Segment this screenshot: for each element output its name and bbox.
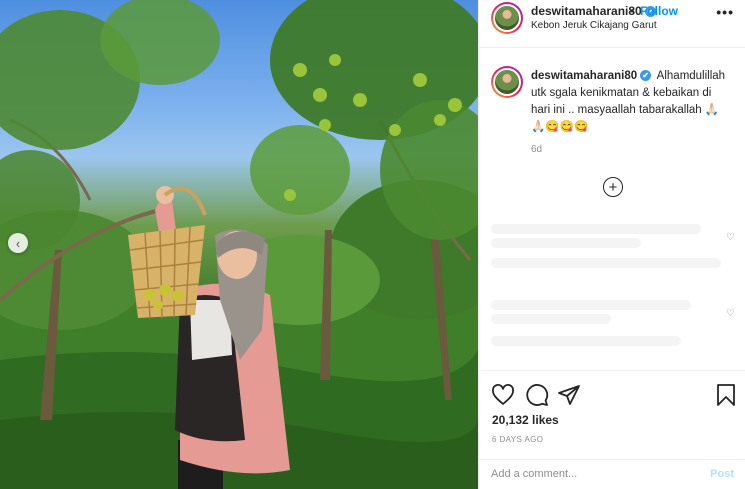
author-username-link[interactable]: deswitamaharani80 ✔ xyxy=(531,4,656,18)
post-comment-button[interactable]: Post xyxy=(710,468,734,480)
caption-text-block: deswitamaharani80 ✔ Alhamdulillah utk sga… xyxy=(531,68,731,136)
comment-bubble-icon[interactable] xyxy=(525,383,549,407)
caption-age[interactable]: 6d xyxy=(531,144,542,155)
comment-row: ♡ xyxy=(491,296,735,330)
comment-placeholder-line xyxy=(491,224,701,234)
comment-placeholder-line xyxy=(491,258,721,268)
comment-row: ♡ xyxy=(491,220,735,254)
author-username: deswitamaharani80 xyxy=(531,4,642,18)
comment-like-heart-icon[interactable]: ♡ xyxy=(726,308,735,319)
orange-garden-photo xyxy=(0,0,478,489)
caption-emoji-line: 🙏🏻😋😋😋 xyxy=(531,121,589,133)
verified-badge-icon: ✔ xyxy=(640,70,652,81)
follow-button[interactable]: Follow xyxy=(640,4,678,18)
comment-bar: Post xyxy=(479,459,745,489)
posted-timestamp[interactable]: 6 DAYS AGO xyxy=(492,435,543,444)
plus-circle-icon: + xyxy=(608,178,618,196)
comment-row xyxy=(491,330,727,364)
comment-placeholder-line xyxy=(491,238,641,248)
comment-like-heart-icon[interactable]: ♡ xyxy=(726,232,735,243)
separator-dot: • xyxy=(630,4,635,18)
caption-author-avatar[interactable] xyxy=(491,66,523,98)
comment-row xyxy=(491,250,727,284)
post-side-panel: deswitamaharani80 ✔ • Follow Kebon Jeruk … xyxy=(478,0,745,489)
comment-placeholder-line xyxy=(491,314,611,324)
author-avatar[interactable] xyxy=(491,2,523,34)
chevron-left-icon: ‹ xyxy=(15,235,21,251)
carousel-prev-button[interactable]: ‹ xyxy=(8,233,28,253)
like-heart-icon[interactable] xyxy=(491,383,515,407)
bookmark-icon[interactable] xyxy=(714,383,738,407)
comment-input[interactable] xyxy=(491,468,691,480)
location-link[interactable]: Kebon Jeruk Cikajang Garut xyxy=(531,20,657,31)
likes-count[interactable]: 20,132 likes xyxy=(492,413,559,427)
caption-username: deswitamaharani80 xyxy=(531,70,638,82)
share-paper-plane-icon[interactable] xyxy=(557,383,581,407)
caption-username-link[interactable]: deswitamaharani80 ✔ xyxy=(531,70,652,82)
post-header: deswitamaharani80 ✔ • Follow Kebon Jeruk … xyxy=(479,0,745,48)
comment-placeholder-line xyxy=(491,300,691,310)
post-photo[interactable]: ‹ xyxy=(0,0,478,489)
comment-placeholder-line xyxy=(491,336,681,346)
load-more-comments-button[interactable]: + xyxy=(603,177,623,197)
post-actions: 20,132 likes 6 DAYS AGO Post xyxy=(479,370,745,488)
more-options-icon[interactable]: ••• xyxy=(716,4,734,20)
